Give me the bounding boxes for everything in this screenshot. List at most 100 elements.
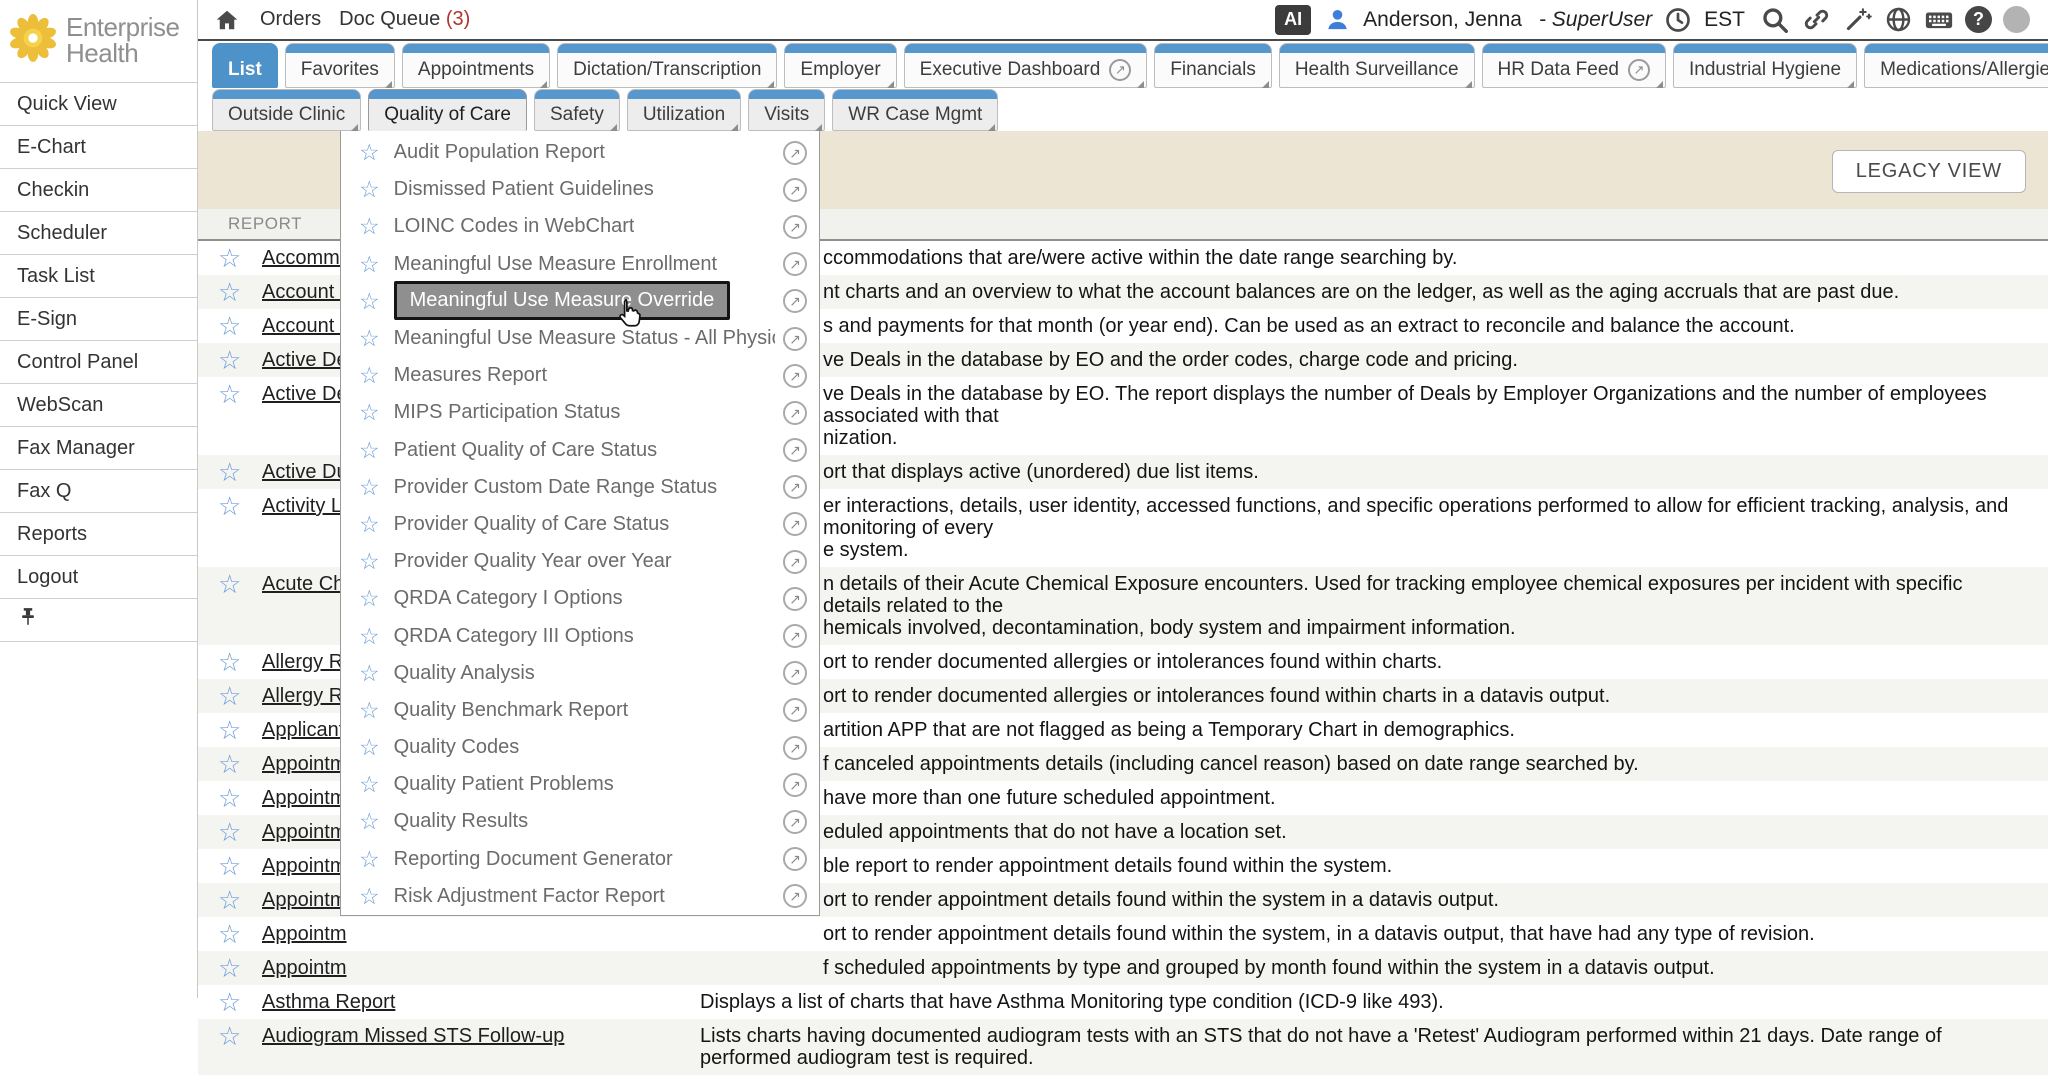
- secondary-tab[interactable]: Safety ↗: [534, 89, 620, 131]
- menu-item[interactable]: ☆ Dismissed Patient Guidelines ↗: [341, 171, 819, 208]
- open-new-window-icon[interactable]: ↗: [783, 884, 807, 908]
- favorite-star-icon[interactable]: ☆: [218, 921, 241, 947]
- sidebar-item[interactable]: Logout: [0, 556, 197, 599]
- favorite-star-icon[interactable]: ☆: [218, 1023, 241, 1049]
- favorite-star-icon[interactable]: ☆: [359, 773, 380, 796]
- sidebar-item[interactable]: E-Chart: [0, 126, 197, 169]
- report-link[interactable]: Appointm: [262, 889, 347, 911]
- favorite-star-icon[interactable]: ☆: [218, 493, 241, 519]
- secondary-tab[interactable]: Visits ↗: [748, 89, 825, 131]
- ai-badge[interactable]: AI: [1275, 5, 1311, 35]
- primary-tab[interactable]: List ↗: [212, 43, 278, 88]
- breadcrumb-orders[interactable]: Orders: [260, 8, 321, 31]
- avatar-circle[interactable]: [2003, 6, 2030, 33]
- secondary-tab[interactable]: WR Case Mgmt ↗: [832, 89, 998, 131]
- report-link[interactable]: Appointm: [262, 923, 347, 945]
- open-new-window-icon[interactable]: ↗: [783, 810, 807, 834]
- open-new-window-icon[interactable]: ↗: [783, 178, 807, 202]
- menu-item[interactable]: ☆ Meaningful Use Measure Enrollment ↗: [341, 246, 819, 283]
- open-new-window-icon[interactable]: ↗: [783, 587, 807, 611]
- sidebar-item[interactable]: Quick View: [0, 83, 197, 126]
- favorite-star-icon[interactable]: ☆: [218, 683, 241, 709]
- open-new-window-icon[interactable]: ↗: [783, 401, 807, 425]
- primary-tab[interactable]: Employer ↗: [784, 43, 896, 88]
- menu-item[interactable]: ☆ Audit Population Report ↗: [341, 134, 819, 171]
- secondary-tab[interactable]: Outside Clinic ↗: [212, 89, 361, 131]
- report-link[interactable]: Active De: [262, 349, 348, 371]
- open-new-window-icon[interactable]: ↗: [783, 773, 807, 797]
- sidebar-item[interactable]: Reports: [0, 513, 197, 556]
- open-new-window-icon[interactable]: ↗: [783, 215, 807, 239]
- primary-tab[interactable]: Executive Dashboard ↗: [904, 43, 1148, 88]
- open-new-window-icon[interactable]: ↗: [783, 364, 807, 388]
- keyboard-icon[interactable]: [1924, 5, 1954, 35]
- clock-icon[interactable]: [1663, 5, 1693, 35]
- menu-item[interactable]: ☆ MIPS Participation Status ↗: [341, 394, 819, 431]
- favorite-star-icon[interactable]: ☆: [359, 476, 380, 499]
- menu-item[interactable]: ☆ Reporting Document Generator ↗: [341, 841, 819, 878]
- favorite-star-icon[interactable]: ☆: [218, 785, 241, 811]
- report-link[interactable]: Active De: [262, 383, 348, 405]
- menu-item[interactable]: ☆ Quality Results ↗: [341, 803, 819, 840]
- open-new-window-icon[interactable]: ↗: [783, 289, 807, 313]
- favorite-star-icon[interactable]: ☆: [218, 313, 241, 339]
- menu-item[interactable]: ☆ LOINC Codes in WebChart ↗: [341, 208, 819, 245]
- favorite-star-icon[interactable]: ☆: [218, 887, 241, 913]
- menu-item[interactable]: ☆ QRDA Category III Options ↗: [341, 617, 819, 654]
- open-new-window-icon[interactable]: ↗: [783, 475, 807, 499]
- favorite-star-icon[interactable]: ☆: [359, 215, 380, 238]
- menu-item[interactable]: ☆ Provider Quality Year over Year ↗: [341, 543, 819, 580]
- menu-item[interactable]: ☆ Provider Custom Date Range Status ↗: [341, 469, 819, 506]
- favorite-star-icon[interactable]: ☆: [218, 649, 241, 675]
- favorite-star-icon[interactable]: ☆: [359, 625, 380, 648]
- menu-item[interactable]: ☆ Quality Benchmark Report ↗: [341, 692, 819, 729]
- favorite-star-icon[interactable]: ☆: [218, 819, 241, 845]
- primary-tab[interactable]: Favorites ↗: [285, 43, 395, 88]
- sidebar-pin-button[interactable]: [0, 599, 197, 642]
- home-icon[interactable]: [212, 5, 242, 35]
- favorite-star-icon[interactable]: ☆: [359, 550, 380, 573]
- open-new-window-icon[interactable]: ↗: [783, 252, 807, 276]
- menu-item[interactable]: ☆ QRDA Category I Options ↗: [341, 580, 819, 617]
- favorite-star-icon[interactable]: ☆: [218, 571, 241, 597]
- menu-item[interactable]: ☆ Quality Patient Problems ↗: [341, 766, 819, 803]
- open-new-window-icon[interactable]: ↗: [783, 141, 807, 165]
- report-link[interactable]: Audiogram Missed STS Follow-up: [262, 1025, 564, 1047]
- sidebar-item[interactable]: WebScan: [0, 384, 197, 427]
- favorite-star-icon[interactable]: ☆: [218, 459, 241, 485]
- menu-item[interactable]: ☆ Patient Quality of Care Status ↗: [341, 432, 819, 469]
- user-name[interactable]: Anderson, Jenna: [1363, 8, 1522, 32]
- sidebar-item[interactable]: Task List: [0, 255, 197, 298]
- primary-tab[interactable]: Medications/Allergies/Scripts ↗: [1864, 43, 2048, 88]
- open-new-window-icon[interactable]: ↗: [783, 512, 807, 536]
- favorite-star-icon[interactable]: ☆: [218, 955, 241, 981]
- open-new-window-icon[interactable]: ↗: [783, 550, 807, 574]
- favorite-star-icon[interactable]: ☆: [218, 279, 241, 305]
- open-new-window-icon[interactable]: ↗: [783, 736, 807, 760]
- legacy-view-button[interactable]: LEGACY VIEW: [1832, 150, 2026, 193]
- report-link[interactable]: Asthma Report: [262, 991, 395, 1013]
- menu-item[interactable]: ☆ Meaningful Use Measure Status - All Ph…: [341, 320, 819, 357]
- favorite-star-icon[interactable]: ☆: [218, 989, 241, 1015]
- open-new-window-icon[interactable]: ↗: [783, 698, 807, 722]
- favorite-star-icon[interactable]: ☆: [359, 885, 380, 908]
- primary-tab[interactable]: Appointments ↗: [402, 43, 550, 88]
- menu-item[interactable]: ☆ Meaningful Use Measure Override ↗: [341, 283, 819, 320]
- menu-item[interactable]: ☆ Quality Analysis ↗: [341, 655, 819, 692]
- favorite-star-icon[interactable]: ☆: [218, 853, 241, 879]
- favorite-star-icon[interactable]: ☆: [359, 810, 380, 833]
- favorite-star-icon[interactable]: ☆: [218, 717, 241, 743]
- menu-item[interactable]: ☆ Provider Quality of Care Status ↗: [341, 506, 819, 543]
- favorite-star-icon[interactable]: ☆: [359, 178, 380, 201]
- sidebar-item[interactable]: Control Panel: [0, 341, 197, 384]
- report-link[interactable]: Appointm: [262, 957, 347, 979]
- breadcrumb-doc-queue[interactable]: Doc Queue (3): [339, 8, 470, 31]
- favorite-star-icon[interactable]: ☆: [359, 699, 380, 722]
- primary-tab[interactable]: Health Surveillance ↗: [1279, 43, 1475, 88]
- favorite-star-icon[interactable]: ☆: [359, 513, 380, 536]
- favorite-star-icon[interactable]: ☆: [218, 751, 241, 777]
- favorite-star-icon[interactable]: ☆: [359, 401, 380, 424]
- open-new-window-icon[interactable]: ↗: [783, 327, 807, 351]
- menu-item[interactable]: ☆ Quality Codes ↗: [341, 729, 819, 766]
- sidebar-item[interactable]: Checkin: [0, 169, 197, 212]
